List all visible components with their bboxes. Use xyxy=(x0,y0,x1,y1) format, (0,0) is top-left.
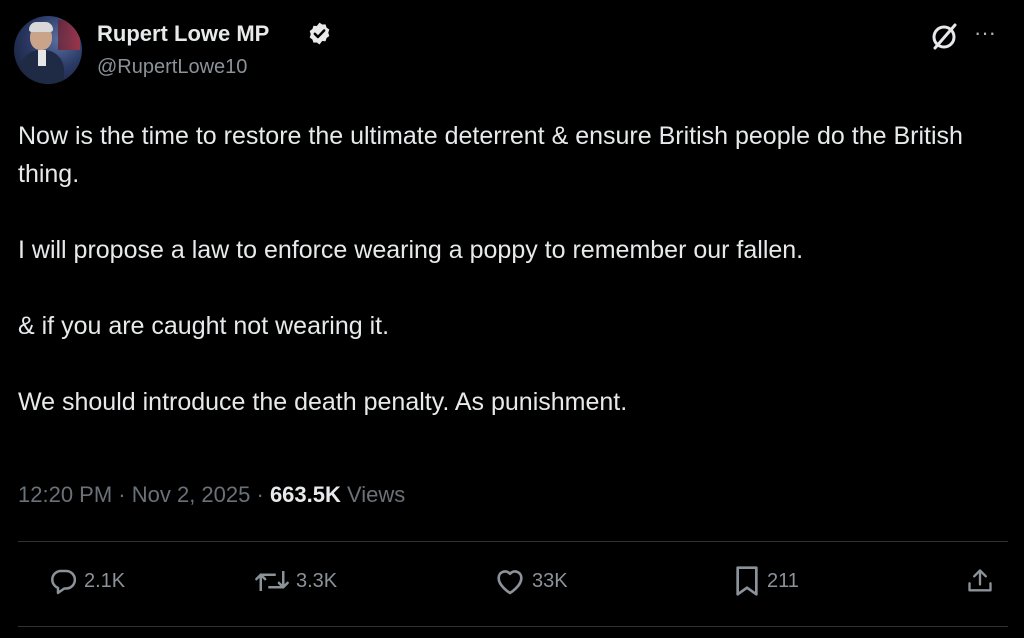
meta-separator: · xyxy=(250,482,270,507)
repost-button[interactable]: 3.3K xyxy=(254,564,337,598)
avatar-shirt xyxy=(38,50,46,66)
avatar[interactable] xyxy=(14,16,82,84)
share-button[interactable] xyxy=(966,564,994,598)
author-handle[interactable]: @RupertLowe10 xyxy=(97,56,247,79)
bookmark-count: 211 xyxy=(767,569,799,592)
divider xyxy=(18,541,1008,542)
reply-count: 2.1K xyxy=(84,569,126,592)
verified-badge-icon xyxy=(309,22,330,45)
heart-icon xyxy=(497,570,523,595)
author-name[interactable]: Rupert Lowe MP xyxy=(97,21,269,47)
reply-button[interactable]: 2.1K xyxy=(48,564,125,598)
repost-count: 3.3K xyxy=(296,569,338,592)
avatar-hair xyxy=(29,22,53,32)
repost-icon xyxy=(255,571,289,591)
avatar-flag xyxy=(58,20,80,50)
views-count: 663.5K xyxy=(269,482,341,507)
divider xyxy=(18,626,1008,627)
tweet-paragraph: Now is the time to restore the ultimate … xyxy=(18,122,963,188)
views-label: Views xyxy=(340,482,406,507)
like-count: 33K xyxy=(532,569,568,592)
reply-icon xyxy=(51,569,77,595)
share-icon xyxy=(968,569,992,592)
tweet-paragraph: & if you are caught not wearing it. xyxy=(18,312,390,340)
like-button[interactable]: 33K xyxy=(494,564,568,598)
tweet-meta: 12:20 PM · Nov 2, 2025 · 663.5K Views xyxy=(18,482,405,508)
tweet-paragraph: We should introduce the death penalty. A… xyxy=(18,388,628,416)
meta-separator: · xyxy=(112,482,132,507)
tweet-time[interactable]: 12:20 PM xyxy=(18,482,112,507)
more-icon[interactable]: ··· xyxy=(974,20,996,46)
tweet-text: Now is the time to restore the ultimate … xyxy=(18,117,1008,421)
bookmark-icon xyxy=(736,566,758,596)
grok-icon[interactable] xyxy=(927,20,961,54)
tweet-paragraph: I will propose a law to enforce wearing … xyxy=(18,236,804,264)
tweet-date[interactable]: Nov 2, 2025 xyxy=(132,482,251,507)
bookmark-button[interactable]: 211 xyxy=(733,564,799,598)
